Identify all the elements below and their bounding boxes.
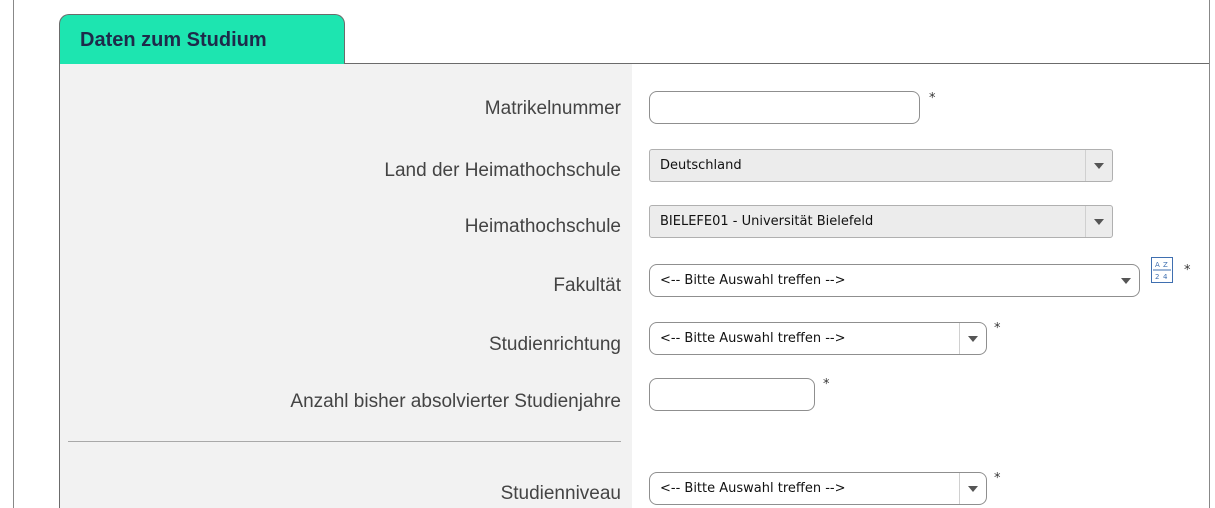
hochschule-dropdown-toggle[interactable] <box>1085 206 1112 237</box>
studienniveau-dropdown-toggle[interactable] <box>959 473 986 504</box>
required-marker: * <box>823 377 830 392</box>
svg-text:Z: Z <box>1163 261 1168 269</box>
land-select[interactable]: Deutschland <box>649 149 1113 182</box>
page-border-left <box>13 0 14 508</box>
required-marker: * <box>1184 263 1191 278</box>
chevron-down-icon <box>1094 219 1104 225</box>
studienniveau-select[interactable]: <-- Bitte Auswahl treffen --> <box>649 472 987 505</box>
chevron-down-icon <box>968 336 978 342</box>
svg-text:A: A <box>1155 261 1160 269</box>
studienrichtung-label: Studienrichtung <box>488 334 621 355</box>
fakultaet-selected-value: <-- Bitte Auswahl treffen --> <box>660 273 846 288</box>
studienjahre-input[interactable] <box>649 378 815 411</box>
chevron-down-icon <box>1121 278 1131 284</box>
studienniveau-selected-value: <-- Bitte Auswahl treffen --> <box>660 481 846 496</box>
fakultaet-dropdown-toggle[interactable] <box>1113 265 1139 296</box>
section-tab: Daten zum Studium <box>59 14 345 64</box>
hochschule-label: Heimathochschule <box>464 216 621 237</box>
section-title: Daten zum Studium <box>80 29 267 51</box>
land-label: Land der Heimathochschule <box>384 160 621 181</box>
studienjahre-label: Anzahl bisher absolvierter Studienjahre <box>290 391 621 412</box>
hochschule-select[interactable]: BIELEFE01 - Universität Bielefeld <box>649 205 1113 238</box>
matrikelnummer-label: Matrikelnummer <box>484 98 621 119</box>
studienrichtung-selected-value: <-- Bitte Auswahl treffen --> <box>660 331 846 346</box>
studienrichtung-select[interactable]: <-- Bitte Auswahl treffen --> <box>649 322 987 355</box>
land-selected-value: Deutschland <box>660 158 742 173</box>
hochschule-selected-value: BIELEFE01 - Universität Bielefeld <box>660 214 874 229</box>
land-dropdown-toggle[interactable] <box>1085 150 1112 181</box>
chevron-down-icon <box>968 486 978 492</box>
fakultaet-label: Fakultät <box>553 275 621 296</box>
svg-text:4: 4 <box>1163 273 1168 281</box>
required-marker: * <box>994 321 1001 336</box>
matrikelnummer-input[interactable] <box>649 91 920 124</box>
page-border-right <box>1209 0 1210 508</box>
svg-text:2: 2 <box>1155 273 1159 281</box>
required-marker: * <box>994 471 1001 486</box>
required-marker: * <box>929 91 936 106</box>
section-divider <box>68 441 621 442</box>
studienrichtung-dropdown-toggle[interactable] <box>959 323 986 354</box>
chevron-down-icon <box>1094 163 1104 169</box>
fakultaet-select[interactable]: <-- Bitte Auswahl treffen --> <box>649 264 1140 297</box>
sort-az-icon[interactable]: A Z 2 4 <box>1151 257 1173 283</box>
studienniveau-label: Studienniveau <box>500 483 621 504</box>
